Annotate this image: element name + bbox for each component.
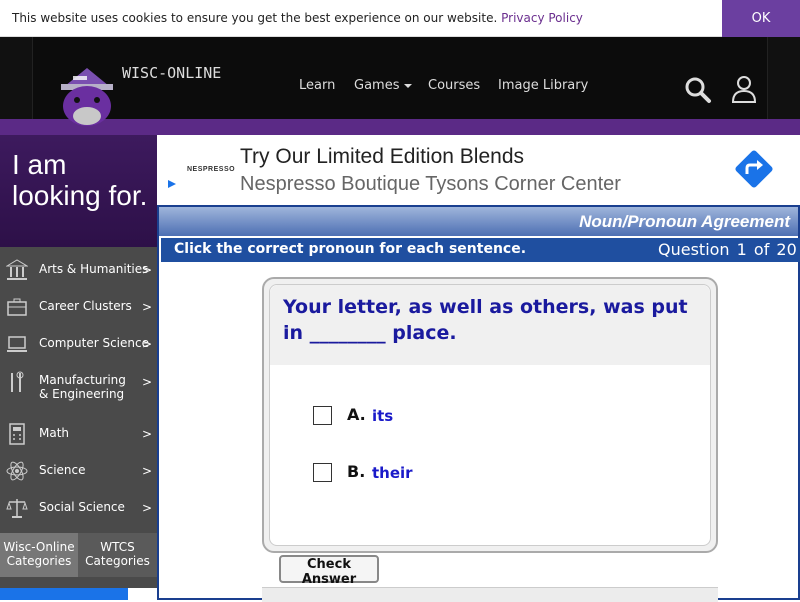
cookie-text: This website uses cookies to ensure you … [12, 11, 498, 25]
chevron-right-icon: > [142, 501, 153, 515]
chevron-right-icon: > [142, 300, 153, 314]
directions-icon[interactable] [734, 149, 774, 189]
sidebar-item-label: Science [39, 463, 86, 477]
option-b-checkbox[interactable] [313, 463, 332, 482]
nav-games-label: Games [354, 78, 400, 93]
ad-title[interactable]: Try Our Limited Edition Blends [240, 145, 524, 169]
cookie-banner: This website uses cookies to ensure you … [0, 0, 800, 37]
sidebar-item-math[interactable]: Math > [0, 415, 157, 451]
sidebar-hero: I am looking for. [0, 135, 157, 247]
user-icon[interactable] [730, 74, 758, 104]
sidebar-hero-text: I am looking for. [12, 149, 148, 211]
ad-subtitle[interactable]: Nespresso Boutique Tysons Corner Center [240, 173, 621, 196]
nav-courses[interactable]: Courses [428, 78, 480, 93]
check-answer-button[interactable]: Check Answer [279, 555, 379, 587]
tab-wtcs-categories[interactable]: WTCS Categories [78, 533, 157, 577]
logo-eye-left [74, 97, 80, 103]
question-text: Your letter, as well as others, was put … [283, 296, 688, 344]
sidebar-item-arts[interactable]: Arts & Humanities > [0, 251, 157, 287]
activity-titlebar: Noun/Pronoun Agreement [159, 207, 798, 236]
logo-text[interactable]: WISC-ONLINE [122, 64, 221, 82]
sidebar-item-career[interactable]: Career Clusters > [0, 288, 157, 324]
atom-icon [6, 461, 28, 481]
option-a-checkbox[interactable] [313, 406, 332, 425]
laptop-icon [7, 336, 27, 352]
header-stripe [0, 119, 800, 135]
ad-choices-icon[interactable] [167, 179, 177, 189]
sidebar-item-label: Career Clusters [39, 299, 132, 313]
sidebar-item-social-science[interactable]: Social Science > [0, 489, 157, 525]
nav-learn[interactable]: Learn [299, 78, 335, 93]
tab-wisc-online-categories[interactable]: Wisc-Online Categories [0, 533, 78, 577]
sidebar-item-label: Arts & Humanities [39, 262, 149, 276]
chevron-right-icon: > [142, 427, 153, 441]
briefcase-icon [7, 298, 27, 316]
activity-instruction: Click the correct pronoun for each sente… [174, 241, 527, 257]
sidebar-item-label: Computer Science [39, 336, 149, 350]
question-card: Your letter, as well as others, was put … [269, 284, 711, 546]
option-a-text[interactable]: its [372, 407, 393, 425]
cookie-message: This website uses cookies to ensure you … [12, 11, 583, 25]
sidebar-ad[interactable] [0, 588, 157, 600]
tools-icon [11, 371, 24, 392]
question-header: Your letter, as well as others, was put … [270, 285, 710, 365]
sidebar-item-label: Math [39, 426, 70, 440]
chevron-down-icon [404, 83, 413, 88]
cookie-ok-button[interactable]: OK [722, 0, 800, 37]
nav-games[interactable]: Games [354, 78, 413, 93]
sidebar-item-computer-science[interactable]: Computer Science > [0, 325, 157, 361]
question-card-frame: Your letter, as well as others, was put … [262, 277, 718, 553]
option-b-text[interactable]: their [372, 464, 413, 482]
logo-eye-right [94, 97, 100, 103]
logo-icon[interactable] [59, 64, 115, 128]
search-icon[interactable] [684, 76, 712, 104]
logo-muzzle [73, 107, 101, 125]
ad-banner[interactable]: NESPRESSO Try Our Limited Edition Blends… [157, 135, 800, 205]
option-a-letter: A. [347, 405, 366, 424]
columns-icon [6, 259, 28, 280]
option-b-letter: B. [347, 462, 366, 481]
sidebar: I am looking for. Arts & Humanities > Ca… [0, 135, 157, 600]
calculator-icon [9, 423, 25, 445]
sidebar-item-science[interactable]: Science > [0, 452, 157, 488]
chevron-right-icon: > [142, 464, 153, 478]
sidebar-item-label: Manufacturing & Engineering [39, 373, 126, 401]
chevron-right-icon: > [142, 263, 153, 277]
sidebar-item-manufacturing[interactable]: Manufacturing & Engineering > [0, 363, 157, 407]
activity-panel: Noun/Pronoun Agreement Click the correct… [157, 205, 800, 602]
activity-subbar: Click the correct pronoun for each sente… [161, 238, 800, 262]
question-counter: Question 1 of 20 [658, 240, 797, 259]
ad-brand-logo: NESPRESSO [187, 166, 236, 173]
chevron-right-icon: > [142, 375, 153, 389]
logo-stars [73, 76, 87, 80]
scales-icon [6, 499, 28, 518]
privacy-policy-link[interactable]: Privacy Policy [501, 11, 583, 25]
activity-title: Noun/Pronoun Agreement [579, 212, 790, 231]
sidebar-ad-banner [0, 588, 128, 600]
chevron-right-icon: > [142, 337, 153, 351]
nav-image-library[interactable]: Image Library [498, 78, 588, 93]
sidebar-item-label: Social Science [39, 500, 125, 514]
